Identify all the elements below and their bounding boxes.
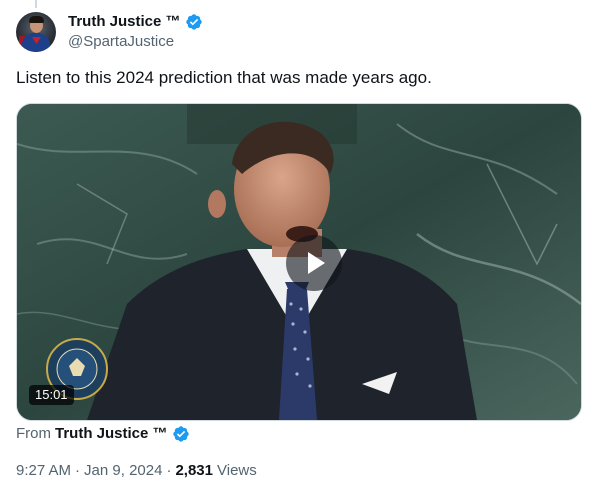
tweet-meta-row: 9:27 AM · Jan 9, 2024 · 2,831 Views — [16, 461, 257, 481]
author-display-name[interactable]: Truth Justice ™ — [68, 12, 181, 32]
meta-separator: · — [75, 462, 81, 479]
avatar[interactable] — [16, 12, 56, 52]
media-source-row[interactable]: From Truth Justice ™ — [16, 424, 190, 444]
tweet-date-link[interactable]: Jan 9, 2024 — [84, 461, 162, 481]
tweet-time-link[interactable]: 9:27 AM — [16, 461, 71, 481]
author-name-row[interactable]: Truth Justice ™ — [68, 12, 203, 32]
video-duration: 15:01 — [29, 385, 74, 405]
thread-connector-line — [35, 0, 37, 8]
play-button[interactable] — [286, 235, 342, 291]
from-label: From — [16, 425, 51, 442]
verified-badge-icon — [172, 426, 189, 442]
views-label: Views — [217, 462, 257, 479]
source-name-link[interactable]: Truth Justice ™ — [55, 424, 168, 444]
avatar-hair — [29, 16, 44, 23]
views-count: 2,831 — [175, 462, 213, 479]
author-handle[interactable]: @SpartaJustice — [68, 33, 174, 51]
video-player[interactable]: 15:01 — [16, 103, 582, 421]
play-icon — [308, 252, 325, 274]
meta-separator: · — [166, 462, 172, 479]
verified-badge-icon — [185, 14, 202, 30]
tweet-text: Listen to this 2024 prediction that was … — [16, 68, 432, 87]
